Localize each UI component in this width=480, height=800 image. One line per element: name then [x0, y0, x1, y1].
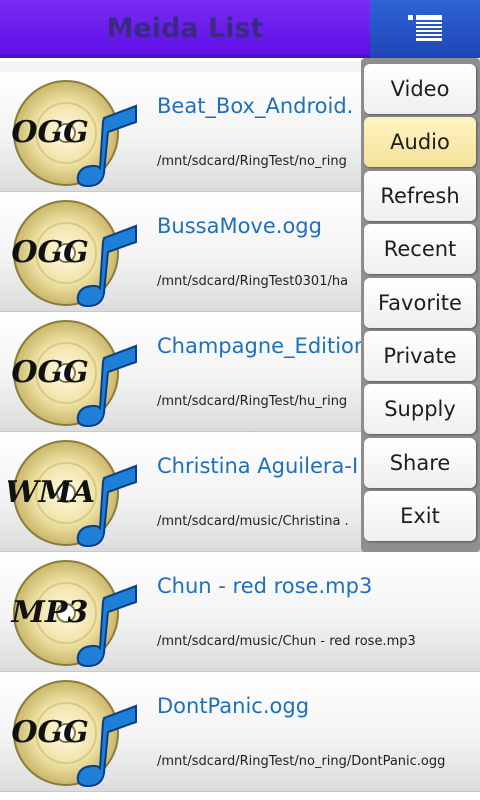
app-header: Meida List — [0, 0, 480, 58]
audio-disc-icon: OGG — [11, 80, 137, 188]
media-title: BussaMove.ogg — [157, 214, 322, 238]
menu-button[interactable] — [370, 0, 480, 58]
menu-item-recent[interactable]: Recent — [364, 224, 476, 275]
media-path: /mnt/sdcard/music/Christina . — [157, 514, 349, 529]
format-label: OGG — [11, 235, 88, 270]
menu-item-refresh[interactable]: Refresh — [364, 170, 476, 221]
menu-item-audio[interactable]: Audio — [364, 117, 476, 168]
audio-disc-icon: WMA — [8, 440, 137, 548]
format-label: OGG — [11, 115, 88, 150]
media-list-item[interactable]: MP3 Chun - red rose.mp3 /mnt/sdcard/musi… — [0, 552, 480, 672]
audio-disc-icon: MP3 — [11, 560, 137, 668]
menu-item-video[interactable]: Video — [364, 64, 476, 114]
media-path: /mnt/sdcard/music/Chun - red rose.mp3 — [157, 634, 416, 649]
media-title: Christina Aguilera-I — [157, 454, 359, 478]
page-title: Meida List — [106, 13, 264, 44]
media-title: DontPanic.ogg — [157, 694, 310, 718]
audio-disc-icon: OGG — [11, 320, 137, 428]
media-title: Chun - red rose.mp3 — [157, 574, 373, 598]
menu-item-private[interactable]: Private — [364, 331, 476, 381]
format-label: WMA — [8, 475, 95, 510]
media-path: /mnt/sdcard/RingTest/no_ring — [157, 154, 347, 169]
audio-disc-icon: OGG — [11, 200, 137, 308]
menu-item-supply[interactable]: Supply — [364, 384, 476, 435]
menu-item-exit[interactable]: Exit — [364, 491, 476, 542]
media-title: Beat_Box_Android. — [157, 94, 354, 118]
format-label: OGG — [11, 715, 88, 750]
media-list-item[interactable]: OGG DontPanic.ogg /mnt/sdcard/RingTest/n… — [0, 672, 480, 792]
media-path: /mnt/sdcard/RingTest0301/ha — [157, 274, 349, 289]
audio-disc-icon: OGG — [11, 680, 137, 788]
menu-item-share[interactable]: Share — [364, 437, 476, 488]
format-label: OGG — [11, 355, 88, 390]
menu-item-favorite[interactable]: Favorite — [364, 277, 476, 328]
format-label: MP3 — [11, 595, 89, 630]
media-title: Champagne_Edition — [157, 334, 368, 358]
options-popup-menu: Video Audio Refresh Recent Favorite Private Su… — [361, 58, 480, 552]
media-path: /mnt/sdcard/RingTest/hu_ring — [157, 394, 348, 409]
media-path: /mnt/sdcard/RingTest/no_ring/DontPanic.o… — [157, 754, 446, 769]
list-menu-icon — [408, 15, 442, 41]
